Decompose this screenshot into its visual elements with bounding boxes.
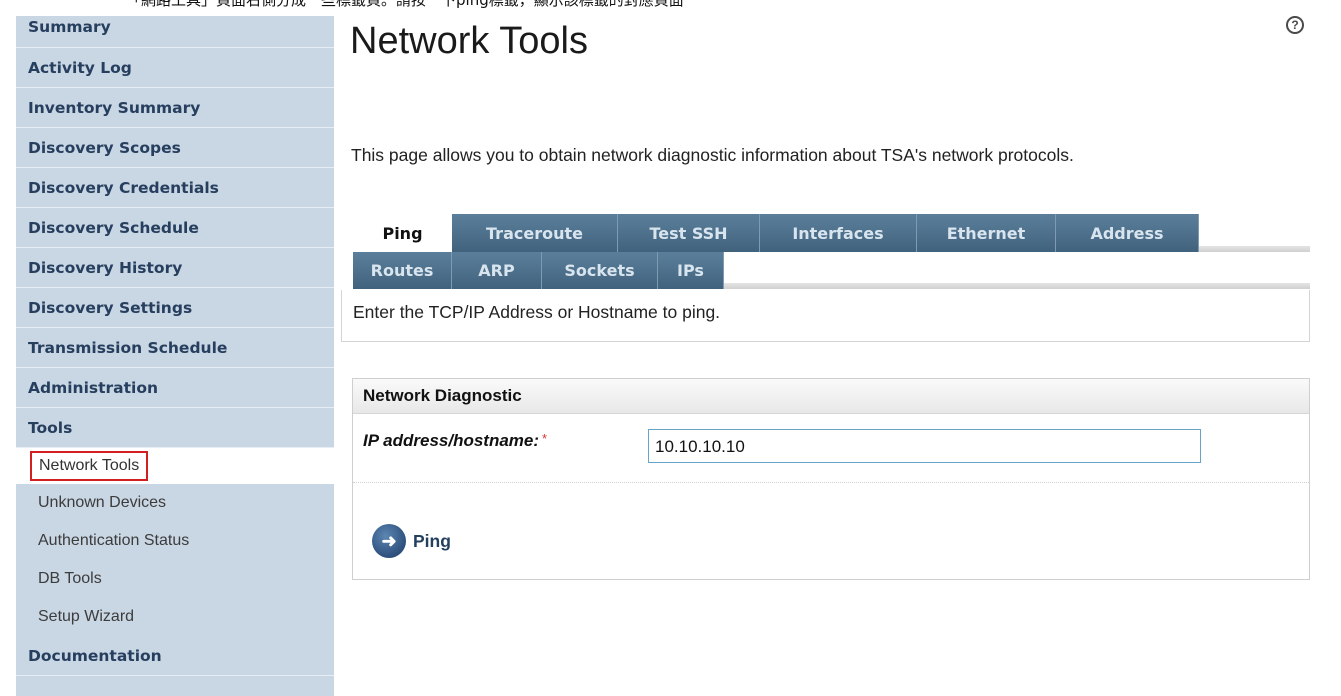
sidebar-item-discovery-schedule[interactable]: Discovery Schedule xyxy=(16,208,334,248)
tab-row-2: Routes ARP Sockets IPs xyxy=(353,252,1310,289)
subnav-item-network-tools[interactable]: Network Tools xyxy=(16,448,334,484)
sidebar-item-inventory-summary[interactable]: Inventory Summary xyxy=(16,88,334,128)
ip-address-input[interactable] xyxy=(648,429,1201,463)
subnav-item-setup-wizard[interactable]: Setup Wizard xyxy=(16,598,334,636)
tab-ips[interactable]: IPs xyxy=(658,252,724,289)
ping-button[interactable]: ➜ Ping xyxy=(372,524,451,558)
subnav-item-authentication-status[interactable]: Authentication Status xyxy=(16,522,334,560)
sidebar-item-documentation[interactable]: Documentation xyxy=(16,636,334,676)
sidebar-item-tools[interactable]: Tools xyxy=(16,408,334,448)
ip-address-label: IP address/hostname: * xyxy=(363,431,547,451)
tools-submenu: Network Tools Unknown Devices Authentica… xyxy=(16,448,334,636)
tab-traceroute[interactable]: Traceroute xyxy=(452,214,618,252)
ip-address-row: IP address/hostname: * xyxy=(353,414,1309,483)
sidebar-item-discovery-credentials[interactable]: Discovery Credentials xyxy=(16,168,334,208)
ping-tab-panel: Enter the TCP/IP Address or Hostname to … xyxy=(341,290,1310,342)
tab-sockets[interactable]: Sockets xyxy=(542,252,658,289)
tab-row-1: Ping Traceroute Test SSH Interfaces Ethe… xyxy=(353,214,1310,252)
sidebar-item-summary[interactable]: Summary xyxy=(16,16,334,48)
required-marker: * xyxy=(542,431,548,446)
subnav-item-db-tools[interactable]: DB Tools xyxy=(16,560,334,598)
sidebar-item-transmission-schedule[interactable]: Transmission Schedule xyxy=(16,328,334,368)
sidebar: Summary Activity Log Inventory Summary D… xyxy=(16,16,334,696)
tab-bar: Ping Traceroute Test SSH Interfaces Ethe… xyxy=(353,214,1310,289)
page-description: This page allows you to obtain network d… xyxy=(351,145,1074,165)
help-icon[interactable]: ? xyxy=(1286,16,1304,34)
ping-button-label: Ping xyxy=(413,530,451,551)
top-caption: 「網路工具」頁面右側分成一些標籤頁。請按一下ping標籤，顯示該標籤的對應頁面 xyxy=(126,0,684,9)
tab-address[interactable]: Address xyxy=(1056,214,1199,252)
selected-item-label: Network Tools xyxy=(30,451,149,481)
subnav-item-unknown-devices[interactable]: Unknown Devices xyxy=(16,484,334,522)
tab-ping[interactable]: Ping xyxy=(353,214,452,252)
network-diagnostic-panel: Network Diagnostic IP address/hostname: *… xyxy=(352,378,1310,580)
tab-ethernet[interactable]: Ethernet xyxy=(917,214,1056,252)
sidebar-item-discovery-scopes[interactable]: Discovery Scopes xyxy=(16,128,334,168)
page-title: Network Tools xyxy=(350,20,588,62)
tab-rule-2 xyxy=(724,283,1310,289)
sidebar-item-administration[interactable]: Administration xyxy=(16,368,334,408)
tab-routes[interactable]: Routes xyxy=(353,252,452,289)
ip-address-label-text: IP address/hostname: xyxy=(363,431,540,450)
tab-interfaces[interactable]: Interfaces xyxy=(760,214,917,252)
sidebar-item-discovery-settings[interactable]: Discovery Settings xyxy=(16,288,334,328)
tab-arp[interactable]: ARP xyxy=(452,252,542,289)
panel-header: Network Diagnostic xyxy=(353,379,1309,414)
arrow-right-icon: ➜ xyxy=(372,524,406,558)
tab-test-ssh[interactable]: Test SSH xyxy=(618,214,760,252)
sidebar-item-activity-log[interactable]: Activity Log xyxy=(16,48,334,88)
sidebar-item-discovery-history[interactable]: Discovery History xyxy=(16,248,334,288)
